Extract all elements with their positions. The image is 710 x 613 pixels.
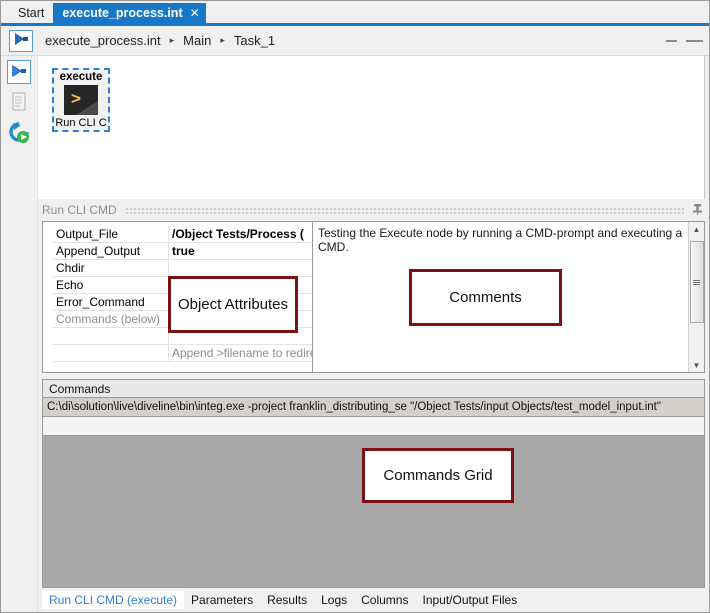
tab-parameters[interactable]: Parameters (184, 591, 260, 609)
breadcrumb-toolbar: execute_process.int ▸ Main ▸ Task_1 (1, 26, 709, 56)
left-icon-rail (1, 56, 38, 612)
pin-icon[interactable] (692, 203, 703, 218)
commands-grid-header[interactable]: Commands (43, 380, 704, 398)
dock-panel-title: Run CLI CMD (42, 203, 117, 217)
scroll-down-icon[interactable]: ▼ (690, 359, 703, 371)
column-header-commands: Commands (49, 382, 110, 396)
attr-hint: Append >filename to redirect (169, 345, 314, 362)
window-controls (666, 26, 703, 55)
breadcrumb: execute_process.int ▸ Main ▸ Task_1 (45, 33, 275, 48)
table-row[interactable]: Output_File /Object Tests/Process ( (53, 226, 313, 243)
tab-execute-process[interactable]: execute_process.int ✕ (53, 3, 205, 23)
history-refresh-icon (8, 122, 30, 147)
table-row[interactable]: Append >filename to redirect (53, 345, 313, 362)
minimize-icon[interactable] (666, 40, 677, 42)
tab-run-cli-cmd-label: Run CLI CMD (execute) (49, 593, 177, 607)
table-row[interactable]: Append_Output true (53, 243, 313, 260)
tab-columns-label: Columns (361, 593, 408, 607)
tab-input-output-files[interactable]: Input/Output Files (415, 591, 524, 609)
tab-results[interactable]: Results (260, 591, 314, 609)
tab-columns[interactable]: Columns (354, 591, 415, 609)
tab-results-label: Results (267, 593, 307, 607)
flow-canvas[interactable]: execute > Run CLI C (38, 56, 705, 199)
scrollbar-grip-icon (693, 280, 700, 285)
cmd-prompt-icon: > (64, 85, 98, 115)
flow-node-title: execute (60, 71, 103, 84)
restore-icon[interactable] (686, 40, 703, 42)
chevron-right-icon: ▸ (170, 35, 175, 46)
workspace: execute > Run CLI C Run CLI CMD (1, 56, 709, 612)
command-cell[interactable]: C:\di\solution\live\diveline\bin\integ.e… (47, 401, 661, 413)
breadcrumb-item-task[interactable]: Task_1 (234, 33, 275, 48)
flow-node-label: Run CLI C (55, 116, 106, 130)
scrollbar-track[interactable] (690, 235, 704, 359)
tab-start-label: Start (18, 3, 44, 23)
callout-comments: Comments (409, 269, 562, 326)
rail-document-button[interactable] (7, 91, 31, 115)
rail-run-button[interactable] (7, 60, 31, 84)
callout-object-attributes: Object Attributes (168, 276, 298, 333)
attr-key: Output_File (53, 226, 169, 243)
tab-start[interactable]: Start (9, 3, 53, 23)
chevron-right-glyph: > (71, 90, 81, 107)
breadcrumb-item-main[interactable]: Main (183, 33, 211, 48)
attr-key (53, 328, 169, 345)
dock-panel-grip[interactable] (125, 206, 686, 214)
editor-content: execute > Run CLI C Run CLI CMD (38, 56, 709, 612)
attr-key: Commands (below) (53, 311, 169, 328)
properties-area: Output_File /Object Tests/Process ( Appe… (42, 221, 705, 373)
breadcrumb-item-file[interactable]: execute_process.int (45, 33, 161, 48)
document-tab-strip: Start execute_process.int ✕ (1, 1, 709, 23)
tab-logs-label: Logs (321, 593, 347, 607)
tab-input-output-files-label: Input/Output Files (422, 593, 517, 607)
chevron-right-icon: ▸ (220, 35, 225, 46)
attr-value[interactable]: /Object Tests/Process ( (169, 226, 314, 243)
table-row[interactable] (43, 417, 704, 436)
callout-commands-grid: Commands Grid (362, 448, 514, 503)
attr-key (53, 345, 169, 362)
scroll-up-icon[interactable]: ▲ (690, 223, 703, 235)
attr-key: Chdir (53, 260, 169, 277)
attr-value[interactable] (169, 260, 314, 277)
callout-object-attributes-label: Object Attributes (178, 296, 288, 313)
comments-vertical-scrollbar[interactable]: ▲ ▼ (688, 222, 704, 372)
attr-value[interactable]: true (169, 243, 314, 260)
document-icon (11, 92, 28, 115)
run-play-icon (13, 32, 29, 49)
rail-history-button[interactable] (7, 122, 31, 146)
tab-execute-process-label: execute_process.int (62, 3, 182, 23)
run-play-icon (10, 64, 28, 81)
tab-logs[interactable]: Logs (314, 591, 354, 609)
table-row[interactable]: C:\di\solution\live\diveline\bin\integ.e… (43, 398, 704, 417)
callout-commands-grid-label: Commands Grid (383, 467, 492, 484)
dock-panel-header: Run CLI CMD (38, 199, 709, 221)
tab-parameters-label: Parameters (191, 593, 253, 607)
application-window: Start execute_process.int ✕ execute_proc… (0, 0, 710, 613)
attr-key: Append_Output (53, 243, 169, 260)
callout-comments-label: Comments (449, 289, 522, 306)
table-row[interactable]: Chdir (53, 260, 313, 277)
bottom-tab-bar: Run CLI CMD (execute) Parameters Results… (38, 588, 709, 612)
tab-run-cli-cmd[interactable]: Run CLI CMD (execute) (42, 591, 184, 609)
scrollbar-thumb[interactable] (690, 241, 704, 323)
close-icon[interactable]: ✕ (190, 7, 200, 19)
flow-node-execute[interactable]: execute > Run CLI C (52, 68, 110, 132)
attr-key: Echo (53, 277, 169, 294)
run-button[interactable] (9, 30, 33, 52)
attr-key: Error_Command (53, 294, 169, 311)
